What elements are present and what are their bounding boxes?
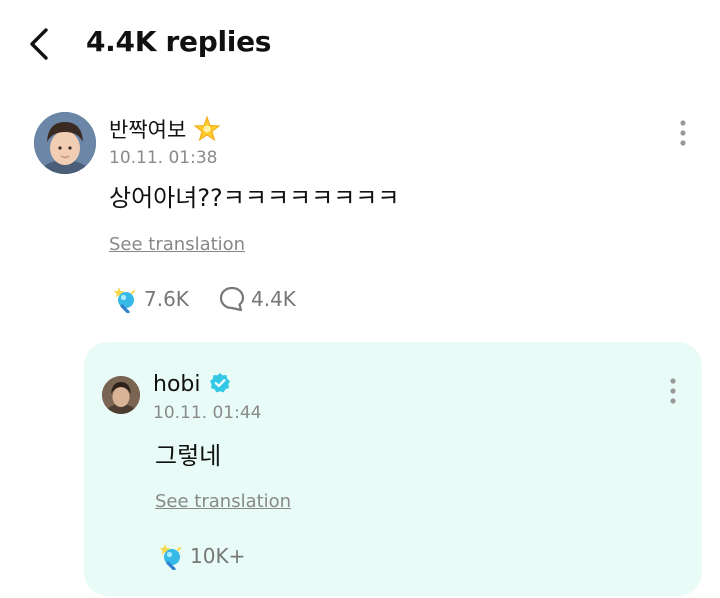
avatar-image	[102, 376, 140, 414]
like-icon	[159, 544, 181, 570]
username[interactable]: 반짝여보	[109, 115, 221, 144]
comment-bubble-icon	[219, 286, 245, 312]
chevron-left-icon	[30, 28, 48, 60]
reply-username-text: hobi	[153, 372, 201, 397]
reply-more-options-button[interactable]	[661, 374, 685, 410]
reply-like-count: 10K+	[190, 544, 246, 568]
reply-see-translation-link[interactable]: See translation	[155, 491, 291, 513]
avatar-image	[34, 112, 96, 174]
replies-page: 4.4K replies 반짝여보 10.11. 01:38 상어아녀??ㅋㅋㅋ…	[0, 0, 720, 598]
more-options-button[interactable]	[671, 116, 695, 152]
more-vertical-icon	[670, 378, 676, 404]
reply-timestamp: 10.11. 01:44	[153, 403, 262, 423]
reply-card: hobi 10.11. 01:44 그렇네 See translation 10…	[84, 342, 702, 596]
reply-text: 그렇네	[155, 442, 222, 470]
page-title: 4.4K replies	[86, 25, 272, 58]
more-vertical-icon	[680, 120, 686, 146]
username-text: 반짝여보	[109, 118, 187, 142]
like-count: 7.6K	[144, 287, 189, 311]
header: 4.4K replies	[0, 0, 720, 90]
reply-username[interactable]: hobi	[153, 371, 231, 399]
reply-like-button[interactable]: 10K+	[156, 540, 245, 572]
verified-badge-icon	[210, 373, 231, 393]
reply-button[interactable]: 4.4K	[219, 283, 296, 315]
glowing-star-icon	[193, 115, 221, 142]
reply-avatar[interactable]	[102, 376, 140, 414]
like-button[interactable]: 7.6K	[110, 283, 189, 315]
back-button[interactable]	[22, 24, 58, 64]
comment-text: 상어아녀??ㅋㅋㅋㅋㅋㅋㅋㅋ	[109, 184, 400, 212]
see-translation-link[interactable]: See translation	[109, 234, 245, 256]
comment: 반짝여보 10.11. 01:38 상어아녀??ㅋㅋㅋㅋㅋㅋㅋㅋ See tra…	[0, 100, 720, 330]
like-icon	[113, 287, 135, 313]
timestamp: 10.11. 01:38	[109, 148, 218, 168]
reply-count: 4.4K	[251, 287, 296, 311]
avatar[interactable]	[34, 112, 96, 174]
